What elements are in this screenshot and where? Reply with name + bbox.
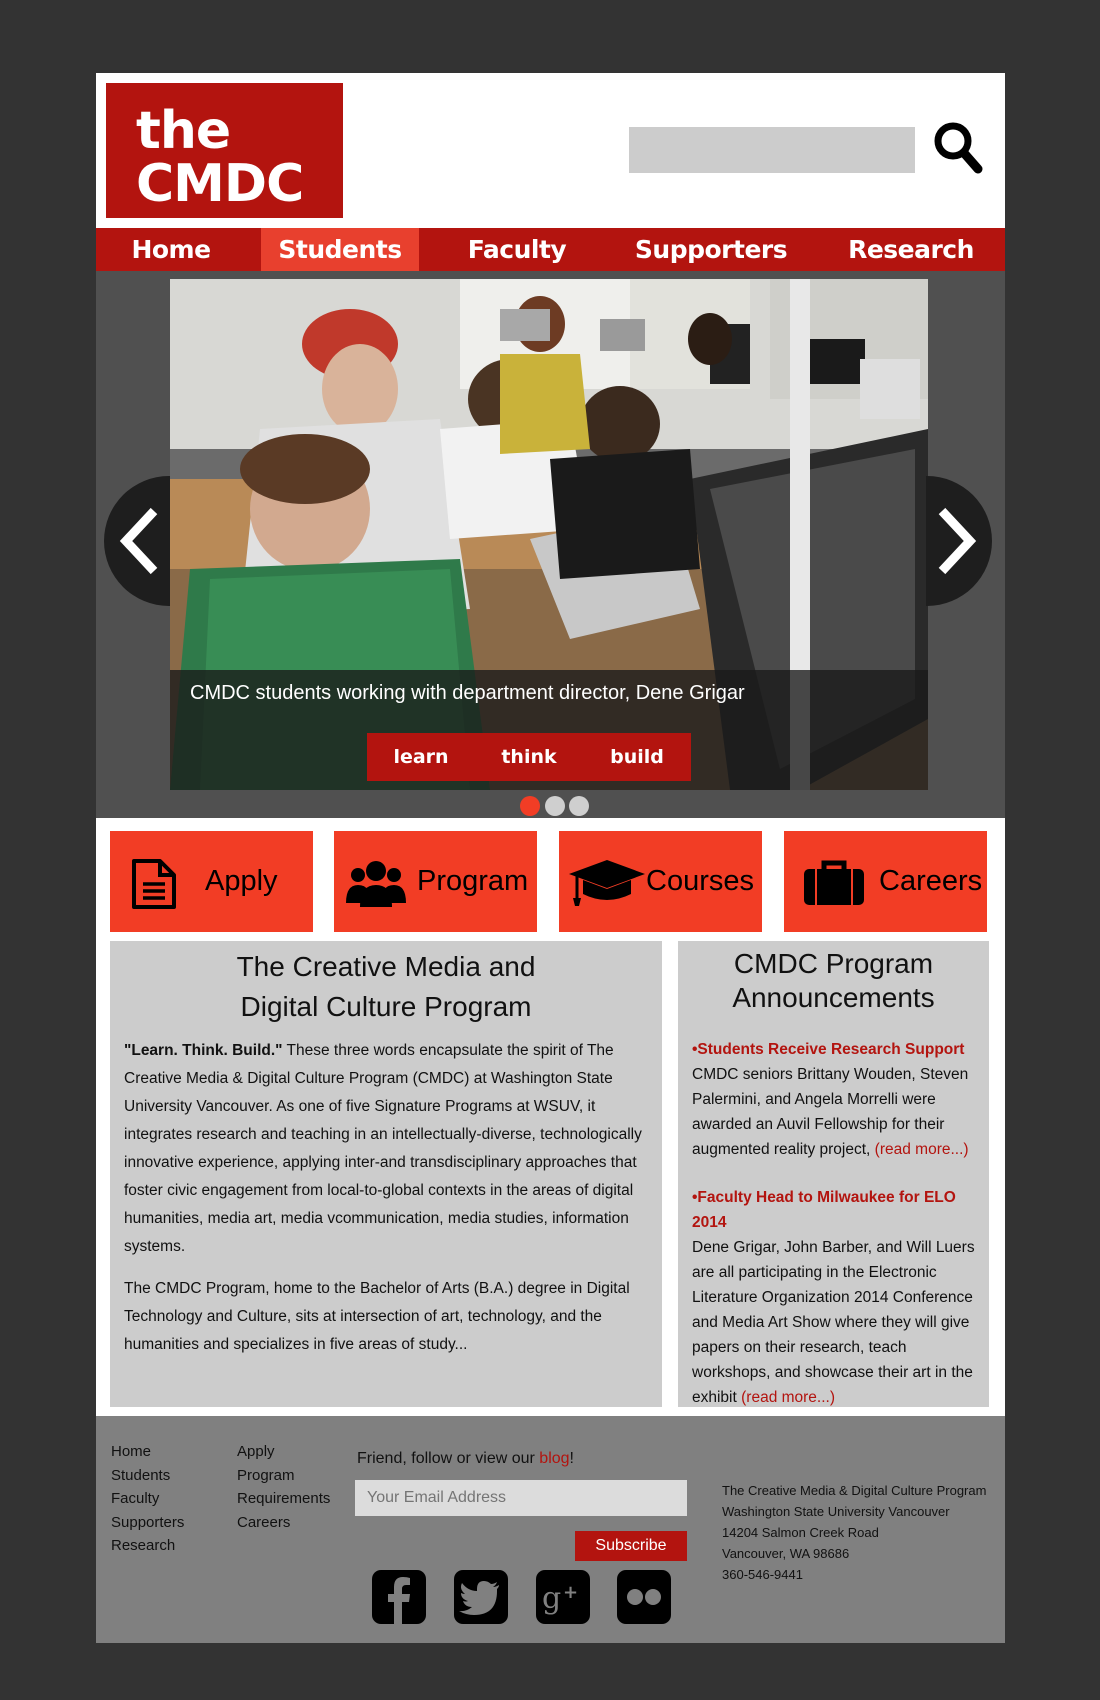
subscribe-button[interactable]: Subscribe [575,1531,687,1561]
address-line: Vancouver, WA 98686 [722,1546,850,1561]
next-slide-button[interactable] [926,476,992,606]
svg-text:+: + [563,1582,578,1603]
about-tagline: "Learn. Think. Build." [124,1042,283,1059]
twitter-button[interactable] [454,1570,508,1624]
phone-number: 360-546-9441 [722,1567,803,1582]
slide-dot-1[interactable] [520,796,540,816]
announcements-panel: CMDC Program Announcements •Students Rec… [678,941,989,1407]
about-title-line-1: The Creative Media and [236,951,536,982]
about-title-line-2: Digital Culture Program [240,991,532,1022]
logo-line-1: the [136,101,231,161]
footer-links-col2: Apply Program Requirements Careers [237,1440,330,1534]
slide-caption: CMDC students working with department di… [190,682,745,704]
read-more-link[interactable]: (read more...) [741,1389,835,1406]
people-icon [346,861,406,907]
footer-link-faculty[interactable]: Faculty [111,1487,184,1511]
google-plus-icon: g + [542,1581,578,1616]
facebook-icon [388,1577,410,1624]
chevron-left-icon [119,507,158,575]
slide-dot-3[interactable] [569,796,589,816]
main-nav: Home Students Faculty Supporters Researc… [96,228,1005,271]
nav-supporters[interactable]: Supporters [616,228,806,271]
announcement-title[interactable]: •Faculty Head to Milwaukee for ELO 2014 [692,1185,982,1235]
about-paragraph-1: "Learn. Think. Build." These three words… [124,1037,654,1261]
apply-tile[interactable]: Apply [110,831,313,932]
briefcase-icon [804,860,864,905]
search-input[interactable] [629,127,915,173]
read-more-link[interactable]: (read more...) [875,1141,969,1158]
announcement-body: Dene Grigar, John Barber, and Will Luers… [692,1239,975,1406]
follow-text: Friend, follow or view our blog! [357,1450,574,1468]
chevron-right-icon [938,507,977,575]
about-paragraph-1-text: These three words encapsulate the spirit… [124,1042,642,1255]
address-line: 14204 Salmon Creek Road [722,1525,879,1540]
program-tile[interactable]: Program [334,831,537,932]
careers-tile-label: Careers [879,865,983,897]
announcements-title-line-1: CMDC Program [733,948,934,979]
address-line: The Creative Media & Digital Culture Pro… [722,1483,987,1498]
page: the CMDC Home Students Faculty Supporter… [96,73,1005,1643]
contact-address: The Creative Media & Digital Culture Pro… [722,1480,986,1585]
slide-photo: CMDC students working with department di… [170,279,928,790]
document-icon [132,859,176,909]
think-button[interactable]: think [475,733,583,781]
footer-link-home[interactable]: Home [111,1440,184,1464]
announcements-title-line-2: Announcements [732,982,935,1013]
build-button[interactable]: build [583,733,691,781]
nav-research[interactable]: Research [823,228,999,271]
footer-link-requirements[interactable]: Requirements [237,1487,330,1511]
search-button[interactable] [932,120,984,176]
follow-suffix: ! [569,1450,574,1467]
nav-faculty[interactable]: Faculty [434,228,600,271]
program-tile-label: Program [417,865,529,897]
courses-tile-label: Courses [646,865,754,897]
email-input[interactable] [355,1480,687,1516]
about-title: The Creative Media and Digital Culture P… [110,947,662,1027]
footer-link-students[interactable]: Students [111,1464,184,1488]
facebook-button[interactable] [372,1570,426,1624]
footer-link-research[interactable]: Research [111,1534,184,1558]
follow-prefix: Friend, follow or view our [357,1450,540,1467]
about-paragraph-2: The CMDC Program, home to the Bachelor o… [124,1280,630,1353]
blog-link[interactable]: blog [539,1450,569,1467]
announcement-title[interactable]: •Students Receive Research Support [692,1037,982,1062]
address-line: Washington State University Vancouver [722,1504,950,1519]
prev-slide-button[interactable] [104,476,170,606]
announcement-item: •Students Receive Research Support CMDC … [692,1037,982,1162]
announcements-title: CMDC Program Announcements [678,947,989,1015]
google-plus-button[interactable]: g + [536,1570,590,1624]
about-panel: The Creative Media and Digital Culture P… [110,941,662,1407]
courses-tile[interactable]: Courses [559,831,762,932]
footer-links-col1: Home Students Faculty Supporters Researc… [111,1440,184,1558]
logo[interactable]: the CMDC [104,81,345,220]
careers-tile[interactable]: Careers [784,831,987,932]
announcement-item: •Faculty Head to Milwaukee for ELO 2014 … [692,1185,982,1410]
footer-link-apply[interactable]: Apply [237,1440,330,1464]
twitter-icon [459,1581,499,1615]
learn-button[interactable]: learn [367,733,475,781]
nav-home[interactable]: Home [96,228,246,271]
nav-students[interactable]: Students [261,228,419,271]
svg-text:g: g [542,1581,561,1616]
footer-link-program[interactable]: Program [237,1464,330,1488]
slide-caption-panel: CMDC students working with department di… [170,670,928,790]
footer-link-careers[interactable]: Careers [237,1511,330,1535]
search-icon [934,122,983,174]
footer: Home Students Faculty Supporters Researc… [96,1416,1005,1643]
flickr-icon [627,1589,661,1605]
footer-link-supporters[interactable]: Supporters [111,1511,184,1535]
graduation-cap-icon [569,860,645,906]
logo-line-2: CMDC [136,154,304,214]
apply-tile-label: Apply [205,865,278,897]
image-slider: CMDC students working with department di… [96,271,1005,818]
flickr-button[interactable] [617,1570,671,1624]
slide-dot-2[interactable] [545,796,565,816]
